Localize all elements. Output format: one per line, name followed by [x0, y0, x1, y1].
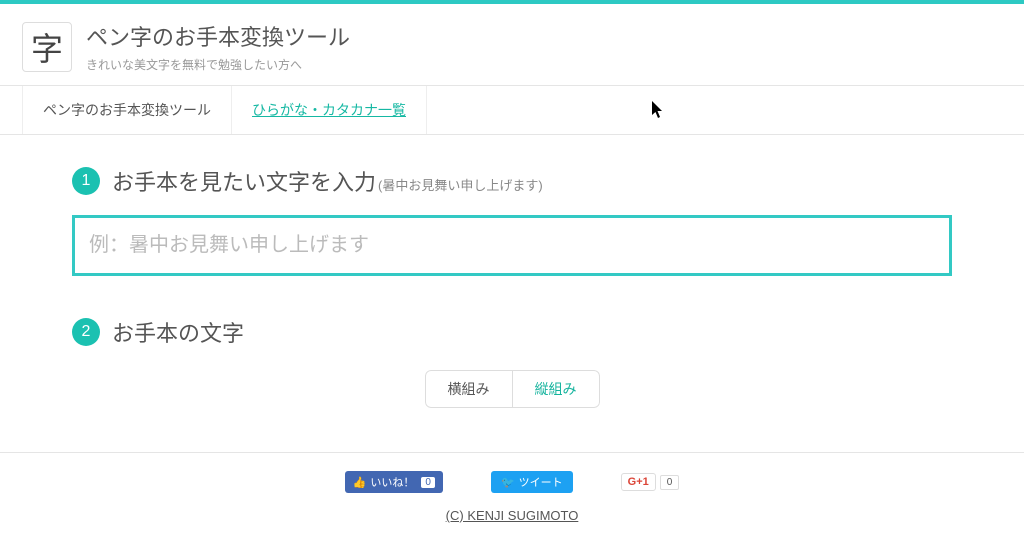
main-content: 1 お手本を見たい文字を入力(暑中お見舞い申し上げます) 2 お手本の文字 横組…: [62, 135, 962, 452]
title-block: ペン字のお手本変換ツール きれいな美文字を無料で勉強したい方へ: [86, 20, 350, 73]
twitter-icon: 🐦: [501, 476, 515, 489]
gp-count: 0: [660, 475, 680, 490]
tab-tool[interactable]: ペン字のお手本変換ツール: [22, 86, 232, 134]
toggle-horizontal[interactable]: 横組み: [425, 370, 513, 408]
header: 字 ペン字のお手本変換ツール きれいな美文字を無料で勉強したい方へ: [0, 4, 1024, 85]
google-plus-button[interactable]: G+1 0: [621, 473, 680, 491]
step2-badge: 2: [72, 318, 100, 346]
thumbs-up-icon: 👍: [353, 476, 367, 489]
facebook-like-button[interactable]: 👍 いいね！ 0: [345, 471, 443, 493]
site-title: ペン字のお手本変換ツール: [86, 20, 350, 52]
social-buttons: 👍 いいね！ 0 🐦 ツイート G+1 0: [0, 471, 1024, 493]
step1-header: 1 お手本を見たい文字を入力(暑中お見舞い申し上げます): [72, 165, 952, 197]
footer: 👍 いいね！ 0 🐦 ツイート G+1 0 (C) KENJI SUGIMOTO: [0, 453, 1024, 539]
step1-hint: (暑中お見舞い申し上げます): [378, 178, 543, 193]
step2-header: 2 お手本の文字: [72, 316, 952, 348]
step2-title: お手本の文字: [112, 316, 244, 348]
copyright-link[interactable]: (C) KENJI SUGIMOTO: [446, 508, 579, 523]
fb-count: 0: [421, 477, 435, 488]
gp-label: G+1: [621, 473, 656, 491]
step1-title: お手本を見たい文字を入力: [112, 170, 376, 195]
orientation-toggle: 横組み 縦組み: [72, 370, 952, 408]
nav-tabs: ペン字のお手本変換ツール ひらがな・カタカナ一覧: [0, 85, 1024, 135]
fb-label: いいね！: [370, 474, 414, 490]
tab-kana-list[interactable]: ひらがな・カタカナ一覧: [232, 86, 427, 134]
tw-label: ツイート: [519, 474, 563, 490]
site-subtitle: きれいな美文字を無料で勉強したい方へ: [86, 56, 350, 73]
toggle-vertical[interactable]: 縦組み: [513, 370, 600, 408]
step1-badge: 1: [72, 167, 100, 195]
text-input[interactable]: [72, 215, 952, 276]
twitter-tweet-button[interactable]: 🐦 ツイート: [491, 471, 573, 493]
site-logo[interactable]: 字: [22, 22, 72, 72]
